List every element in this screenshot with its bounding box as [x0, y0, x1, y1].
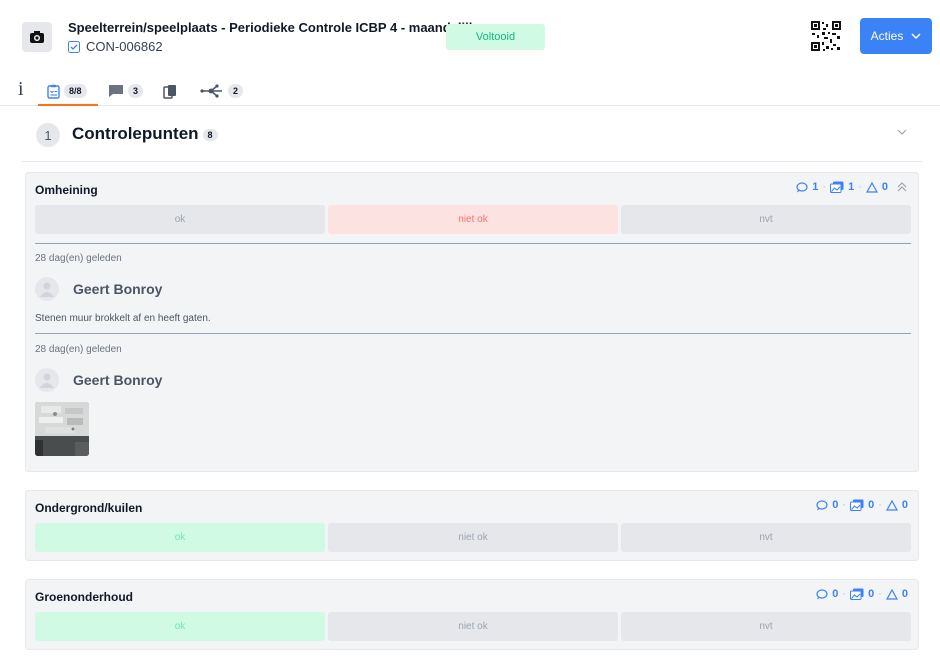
item-title: Omheining: [35, 183, 98, 197]
warning-count: 0: [901, 588, 908, 600]
option-nvt[interactable]: nvt: [621, 523, 911, 552]
avatar: [35, 277, 59, 301]
actions-label: Acties: [870, 29, 904, 43]
qr-code-icon[interactable]: [810, 20, 842, 52]
item-title: Groenonderhoud: [35, 590, 133, 604]
option-ok[interactable]: ok: [35, 523, 325, 552]
item-stats: 1 · 1 · 0: [796, 181, 908, 193]
actions-button[interactable]: Acties: [860, 18, 932, 54]
warning-icon: [865, 181, 878, 193]
warning-count: 0: [901, 499, 908, 511]
tab-bar: i 8/8 3 2: [0, 78, 940, 106]
comment-count: 1: [812, 181, 819, 193]
checklist-item: Groenonderhoud 0 · 0 · 0 ok niet ok nvt: [25, 579, 919, 650]
chevron-down-icon: [911, 33, 921, 39]
status-badge: Voltooid: [446, 24, 545, 50]
network-icon: [200, 84, 222, 98]
comment-outline-icon: [816, 588, 828, 599]
images-icon: [850, 499, 864, 511]
tab-links[interactable]: 2: [200, 80, 244, 102]
photo-count: 0: [868, 499, 875, 511]
author: Geert Bonroy: [35, 277, 162, 301]
option-nvt[interactable]: nvt: [621, 205, 911, 234]
item-stats: 0 · 0 · 0: [816, 588, 908, 600]
section-header[interactable]: 1 Controlepunten 8: [22, 110, 922, 162]
header: Speelterrein/speelplaats - Periodieke Co…: [0, 0, 940, 74]
option-niet-ok[interactable]: niet ok: [328, 205, 618, 234]
option-group: ok niet ok nvt: [35, 523, 911, 552]
page-title: Speelterrein/speelplaats - Periodieke Co…: [68, 20, 484, 35]
warning-icon: [885, 499, 898, 511]
section-title-text: Controlepunten: [72, 124, 199, 143]
tab-info[interactable]: i: [18, 78, 24, 100]
camera-icon[interactable]: [22, 22, 52, 52]
author-name: Geert Bonroy: [73, 372, 163, 388]
option-group: ok niet ok nvt: [35, 205, 911, 234]
user-icon: [40, 282, 54, 297]
comment-count: 0: [832, 588, 839, 600]
checklist-count: 8/8: [64, 84, 87, 98]
control-code: CON-006862: [86, 39, 163, 54]
chevron-down-icon[interactable]: [896, 128, 908, 136]
author-name: Geert Bonroy: [73, 281, 163, 297]
comment-outline-icon: [816, 499, 828, 510]
photo-thumbnail[interactable]: [35, 402, 89, 456]
code-line: CON-006862: [68, 39, 163, 54]
chevron-double-up-icon[interactable]: [896, 181, 908, 193]
option-nvt[interactable]: nvt: [621, 612, 911, 641]
active-tab-indicator: [38, 104, 98, 106]
option-niet-ok[interactable]: niet ok: [328, 523, 618, 552]
item-title: Ondergrond/kuilen: [35, 501, 143, 515]
comment-count: 0: [832, 499, 839, 511]
clipboard-check-icon: [47, 84, 60, 99]
option-niet-ok[interactable]: niet ok: [328, 612, 618, 641]
comment-icon: [109, 85, 123, 97]
tab-comments[interactable]: 3: [108, 80, 144, 102]
links-count: 2: [228, 84, 244, 98]
avatar: [35, 368, 59, 392]
section-count: 8: [202, 128, 218, 141]
section-number: 1: [36, 123, 60, 147]
photo-count: 1: [848, 181, 855, 193]
divider: [35, 333, 911, 334]
user-icon: [40, 373, 54, 388]
timestamp: 28 dag(en) geleden: [35, 253, 122, 264]
divider: [35, 243, 911, 244]
author: Geert Bonroy: [35, 368, 162, 392]
images-icon: [850, 588, 864, 600]
warning-icon: [885, 588, 898, 600]
checklist-item: Ondergrond/kuilen 0 · 0 · 0 ok niet ok n…: [25, 490, 919, 561]
option-ok[interactable]: ok: [35, 612, 325, 641]
section-title: Controlepunten 8: [72, 124, 218, 144]
checkbox-icon: [68, 40, 80, 53]
images-icon: [830, 181, 844, 193]
item-stats: 0 · 0 · 0: [816, 499, 908, 511]
copy-icon: [163, 84, 176, 99]
option-group: ok niet ok nvt: [35, 612, 911, 641]
warning-count: 0: [881, 181, 888, 193]
info-icon: i: [18, 77, 24, 100]
tab-checklist[interactable]: 8/8: [47, 80, 87, 102]
photo-count: 0: [868, 588, 875, 600]
option-ok[interactable]: ok: [35, 205, 325, 234]
timestamp: 28 dag(en) geleden: [35, 344, 122, 355]
tab-documents[interactable]: [163, 80, 178, 102]
comments-count: 3: [128, 84, 144, 98]
comment-outline-icon: [796, 181, 808, 192]
comment-text: Stenen muur brokkelt af en heeft gaten.: [35, 313, 211, 324]
checklist-item: Omheining 1 · 1 · 0 ok niet ok nvt 28 da…: [25, 172, 919, 472]
